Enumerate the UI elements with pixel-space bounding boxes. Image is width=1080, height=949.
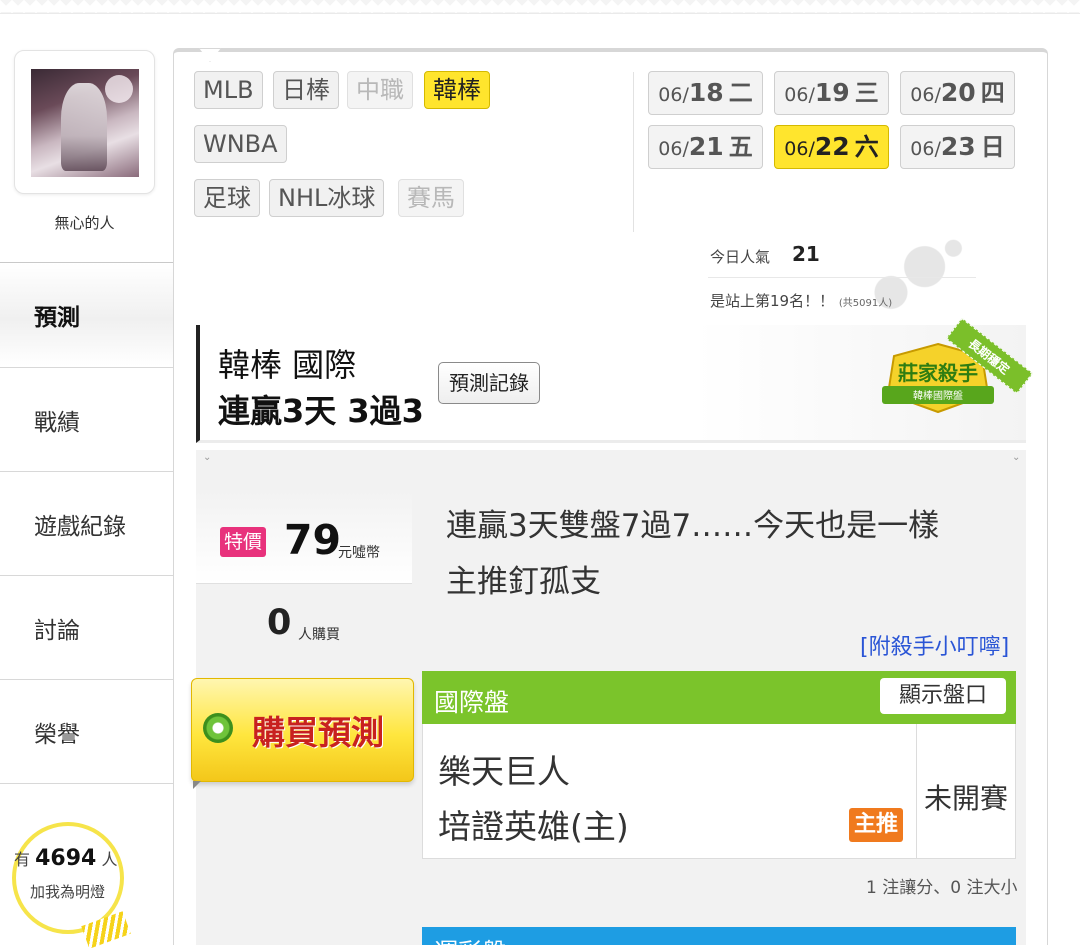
badge-subtitle: 韓棒國際盤 <box>913 389 963 402</box>
bet-summary: 1 注讓分、0 注大小 <box>866 878 1018 898</box>
date-month: 06/ <box>784 138 815 160</box>
fans-count: 4694 <box>35 846 97 871</box>
username[interactable]: 無心的人 <box>14 212 155 233</box>
popularity-label: 今日人氣 <box>710 248 771 266</box>
date-chip-0620[interactable]: 06/20 四 <box>900 71 1015 115</box>
nav-item-honors[interactable]: 榮譽 <box>0 679 175 783</box>
filter-divider <box>633 72 634 232</box>
sport-chip-cpbl: 中職 <box>347 71 413 109</box>
sport-chip-mlb[interactable]: MLB <box>194 71 263 109</box>
pin-icon: ⌄ <box>1012 452 1021 463</box>
pin-icon: ⌄ <box>203 452 212 463</box>
date-month: 06/ <box>658 84 689 106</box>
popularity-value: 21 <box>792 242 820 266</box>
date-month: 06/ <box>658 138 689 160</box>
status-divider <box>916 724 917 859</box>
nav-item-label: 遊戲紀錄 <box>34 513 126 540</box>
date-day: 21 <box>688 132 724 161</box>
nav-item-label: 預測 <box>34 304 80 331</box>
nav-item-prediction[interactable]: 預測 <box>0 262 175 366</box>
follow-lamp-label[interactable]: 加我為明燈 <box>30 881 105 902</box>
buyers-unit: 人購買 <box>298 627 340 643</box>
date-weekday: 日 <box>980 133 1005 161</box>
date-weekday: 六 <box>854 133 879 161</box>
date-chip-0618[interactable]: 06/18 二 <box>648 71 763 115</box>
date-day: 18 <box>688 78 724 107</box>
nav-divider <box>0 783 175 784</box>
date-month: 06/ <box>910 84 941 106</box>
sport-chip-npb[interactable]: 日棒 <box>273 71 339 109</box>
nav-item-label: 榮譽 <box>34 721 80 748</box>
nav-item-game-log[interactable]: 遊戲紀錄 <box>0 471 175 575</box>
date-day: 20 <box>940 78 976 107</box>
buyers-count: 0 <box>267 603 292 643</box>
badge-title: 莊家殺手 <box>898 361 978 385</box>
nav-item-label: 戰績 <box>34 409 80 436</box>
rank-text: 是站上第19名！！ (共5091人) <box>710 290 892 311</box>
popularity-divider <box>708 277 976 278</box>
main-pick-badge: 主推 <box>849 808 903 842</box>
team-away: 樂天巨人 <box>438 752 570 791</box>
sport-chip-kbo[interactable]: 韓棒 <box>424 71 490 109</box>
date-weekday: 二 <box>728 79 753 107</box>
date-chip-0622[interactable]: 06/22 六 <box>774 125 889 169</box>
fans-count-line: 有 4694 人 <box>14 846 134 871</box>
game-status: 未開賽 <box>924 782 1009 815</box>
buy-prediction-label[interactable]: 購買預測 <box>252 706 384 754</box>
market-title: 國際盤 <box>434 688 510 717</box>
sport-chip-nhl[interactable]: NHL冰球 <box>269 179 385 217</box>
sport-chip-soccer[interactable]: 足球 <box>194 179 260 217</box>
next-market-header <box>422 927 1016 945</box>
nav-item-record[interactable]: 戰績 <box>0 367 175 471</box>
avatar[interactable] <box>31 69 139 177</box>
killer-tips-link[interactable]: [附殺手小叮嚀] <box>860 629 1009 661</box>
coin-icon <box>203 713 233 743</box>
fans-suffix: 人 <box>101 850 118 869</box>
banner-streak: 連贏3天 3過3 <box>218 392 424 430</box>
date-day: 19 <box>814 78 850 107</box>
fans-prefix: 有 <box>14 850 31 869</box>
date-weekday: 四 <box>980 79 1005 107</box>
avatar-card[interactable] <box>14 50 155 194</box>
prediction-message-line1: 連贏3天雙盤7過7……今天也是一樣 <box>446 508 940 544</box>
prediction-message-line2: 主推釘孤支 <box>446 564 601 600</box>
date-chip-0621[interactable]: 06/21 五 <box>648 125 763 169</box>
date-day: 23 <box>940 132 976 161</box>
date-chip-0619[interactable]: 06/19 三 <box>774 71 889 115</box>
team-home: 培證英雄(主) <box>438 807 629 846</box>
price-value: 79 <box>284 516 342 564</box>
show-odds-button[interactable]: 顯示盤口 <box>880 678 1006 714</box>
date-month: 06/ <box>910 138 941 160</box>
date-day: 22 <box>814 132 850 161</box>
special-price-tag: 特價 <box>220 527 267 557</box>
sport-chip-horse-racing: 賽馬 <box>398 179 464 217</box>
rank-total: (共5091人) <box>838 298 893 309</box>
banner-category: 韓棒 國際 <box>218 346 357 384</box>
date-weekday: 三 <box>854 79 879 107</box>
date-chip-0623[interactable]: 06/23 日 <box>900 125 1015 169</box>
avatar-figure-shape <box>61 83 107 171</box>
button-corner-fold <box>193 781 201 789</box>
avatar-moon-shape <box>105 75 133 103</box>
date-weekday: 五 <box>728 133 753 161</box>
top-decorative-border <box>0 0 1080 14</box>
nav-item-discussion[interactable]: 討論 <box>0 575 175 679</box>
rank-value: 是站上第19名！！ <box>710 292 835 310</box>
sport-chip-wnba[interactable]: WNBA <box>194 125 287 163</box>
date-month: 06/ <box>784 84 815 106</box>
next-market-title: 運彩盤 <box>434 932 506 945</box>
nav-item-label: 討論 <box>34 617 80 644</box>
price-unit: 元噓幣 <box>338 545 380 561</box>
prediction-record-button[interactable]: 預測記錄 <box>438 362 540 404</box>
